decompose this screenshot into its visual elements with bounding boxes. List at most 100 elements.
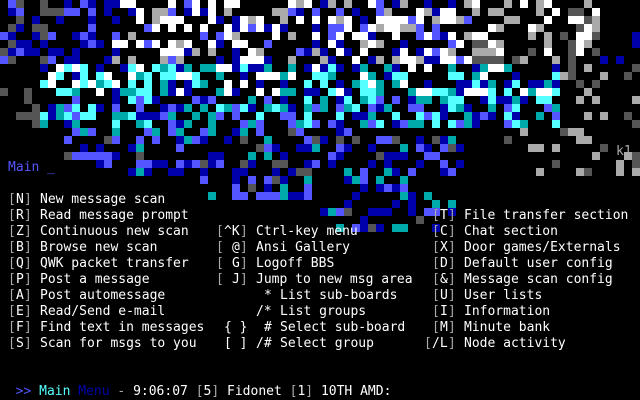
menu-label[interactable]: Chat section — [464, 224, 558, 240]
menu-label[interactable]: Information — [464, 304, 550, 320]
menu-label[interactable]: File transfer section — [464, 208, 628, 224]
menu-bracket-close: ] — [24, 192, 32, 207]
menu-label[interactable]: QWK packet transfer — [40, 256, 189, 272]
menu-label[interactable]: Select sub-board — [280, 320, 405, 336]
menu-label[interactable]: Post a message — [40, 272, 150, 288]
art-block — [184, 64, 192, 72]
menu-label[interactable]: Browse new scan — [40, 240, 157, 256]
menu-label[interactable]: Message scan config — [464, 272, 613, 288]
art-block — [344, 208, 352, 216]
art-block — [448, 48, 456, 56]
menu-label[interactable]: Default user config — [464, 256, 613, 272]
menu-hotkey[interactable]: P — [16, 272, 24, 288]
art-block — [64, 152, 72, 160]
art-block — [56, 64, 64, 72]
menu-label[interactable]: Door games/Externals — [464, 240, 621, 256]
art-block — [280, 184, 288, 192]
art-block — [128, 0, 136, 8]
menu-hotkey[interactable]: /* — [256, 304, 272, 320]
menu-hotkey[interactable]: /L — [432, 336, 448, 352]
menu-label[interactable]: Post automessage — [40, 288, 165, 304]
menu-label[interactable]: List groups — [280, 304, 366, 320]
menu-hotkey[interactable]: N — [16, 192, 24, 208]
art-block — [552, 120, 560, 128]
menu-hotkey[interactable]: * — [264, 288, 272, 304]
art-block — [504, 88, 512, 96]
menu-hotkey[interactable]: @ — [232, 240, 240, 256]
art-block — [424, 8, 432, 16]
art-block — [144, 160, 152, 168]
menu-hotkey[interactable]: Q — [16, 256, 24, 272]
art-block — [16, 24, 24, 32]
art-block — [536, 96, 544, 104]
menu-hotkey[interactable]: D — [440, 256, 448, 272]
art-block — [344, 16, 352, 24]
art-block — [576, 136, 584, 144]
art-block — [288, 168, 296, 176]
menu-hotkey[interactable]: X — [440, 240, 448, 256]
menu-label[interactable]: Logoff BBS — [256, 256, 334, 272]
menu-label[interactable]: Read message prompt — [40, 208, 189, 224]
art-block — [200, 96, 208, 104]
menu-label[interactable]: List sub-boards — [280, 288, 397, 304]
menu-label[interactable]: Read/Send e-mail — [40, 304, 165, 320]
art-block — [264, 24, 272, 32]
menu-label[interactable]: Jump to new msg area — [256, 272, 413, 288]
art-block — [344, 168, 352, 176]
menu-label[interactable]: Select group — [280, 336, 374, 352]
menu-hotkey[interactable]: I — [440, 304, 448, 320]
menu-hotkey[interactable]: M — [440, 320, 448, 336]
art-block — [184, 104, 192, 112]
art-block — [456, 160, 464, 168]
art-block — [344, 128, 352, 136]
art-block — [424, 208, 432, 216]
menu-hotkey[interactable]: E — [16, 304, 24, 320]
menu-hotkey[interactable]: & — [440, 272, 448, 288]
menu-hotkey[interactable]: T — [440, 208, 448, 224]
menu-label[interactable]: Continuous new scan — [40, 224, 189, 240]
menu-hotkey[interactable]: J — [232, 272, 240, 288]
menu-hotkey[interactable]: [ ] — [224, 336, 247, 352]
art-block — [328, 72, 336, 80]
menu-label[interactable]: Node activity — [464, 336, 566, 352]
menu-label[interactable]: Ctrl-key menu — [256, 224, 358, 240]
menu-label[interactable]: Find text in messages — [40, 320, 204, 336]
menu-label[interactable]: New message scan — [40, 192, 165, 208]
menu-label[interactable]: Scan for msgs to you — [40, 336, 197, 352]
menu-hotkey[interactable]: Z — [16, 224, 24, 240]
menu-hotkey[interactable]: A — [16, 288, 24, 304]
menu-hotkey[interactable]: B — [16, 240, 24, 256]
art-block — [168, 64, 176, 72]
menu-label[interactable]: Minute bank — [464, 320, 550, 336]
art-block — [376, 152, 384, 160]
art-block — [360, 40, 368, 48]
menu-hotkey[interactable]: { } — [224, 320, 247, 336]
art-block — [552, 160, 560, 168]
art-block — [600, 56, 608, 64]
art-block — [304, 112, 312, 120]
art-block — [32, 104, 40, 112]
art-block — [176, 40, 184, 48]
art-block — [256, 88, 264, 96]
art-block — [16, 8, 24, 16]
art-block — [280, 24, 288, 32]
menu-hotkey[interactable]: ^K — [224, 224, 240, 240]
menu-label[interactable]: User lists — [464, 288, 542, 304]
menu-hotkey[interactable]: R — [16, 208, 24, 224]
art-block — [136, 144, 144, 152]
menu-hotkey[interactable]: U — [440, 288, 448, 304]
menu-hotkey[interactable]: S — [16, 336, 24, 352]
art-block — [112, 88, 120, 96]
art-block — [56, 16, 64, 24]
art-block — [432, 112, 440, 120]
art-block — [288, 56, 296, 64]
menu-hotkey-alt[interactable]: /# — [256, 336, 272, 352]
menu-hotkey-alt[interactable]: # — [264, 320, 272, 336]
menu-hotkey[interactable]: F — [16, 320, 24, 336]
menu-label[interactable]: Ansi Gallery — [256, 240, 350, 256]
art-block — [208, 152, 216, 160]
menu-hotkey[interactable]: C — [440, 224, 448, 240]
art-block — [40, 40, 48, 48]
menu-hotkey[interactable]: G — [232, 256, 240, 272]
art-block — [504, 136, 512, 144]
